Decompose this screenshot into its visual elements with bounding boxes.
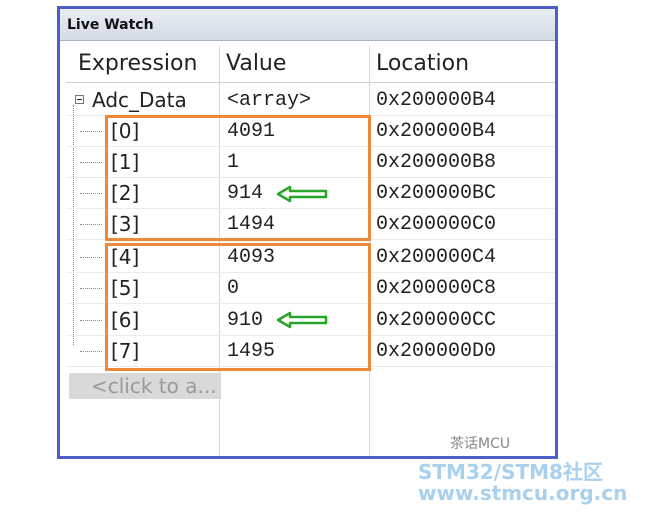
add-expression-placeholder[interactable]: <click to a... (91, 373, 217, 399)
footer-url: www.stmcu.org.cn (418, 481, 628, 505)
tree-branch (80, 162, 102, 163)
column-header: Expression Value Location (66, 46, 555, 83)
location-cell: 0x200000C0 (376, 213, 497, 236)
location-cell: 0x200000B8 (376, 151, 497, 174)
highlight-box-group-2 (105, 243, 371, 371)
column-header-expression[interactable]: Expression (78, 46, 197, 82)
location-cell: 0x200000C4 (376, 246, 497, 269)
add-expression-row[interactable]: <click to a... (69, 373, 221, 399)
window-title: Live Watch (67, 17, 154, 33)
collapse-toggle-icon[interactable] (75, 95, 84, 104)
column-header-location[interactable]: Location (376, 46, 469, 82)
location-cell: 0x200000CC (376, 309, 497, 332)
tree-branch (80, 288, 102, 289)
tree-branch (80, 131, 102, 132)
tree-branch (80, 320, 102, 321)
title-bar: Live Watch (60, 9, 555, 41)
watermark: 茶话MCU (450, 436, 511, 452)
tree-branch (80, 351, 102, 352)
arrow-left-icon (276, 185, 328, 203)
location-cell: 0x200000C8 (376, 277, 497, 300)
location-cell: 0x200000B4 (376, 120, 497, 143)
tree-branch (80, 224, 102, 225)
tree-branch (80, 193, 102, 194)
table-row-root[interactable]: Adc_Data <array> 0x200000B4 (66, 85, 555, 116)
location-cell: 0x200000B4 (376, 89, 497, 112)
tree-branch (80, 257, 102, 258)
value-cell: <array> (227, 89, 312, 112)
arrow-left-icon (276, 311, 328, 329)
column-header-value[interactable]: Value (226, 46, 286, 82)
location-cell: 0x200000BC (376, 182, 497, 205)
highlight-box-group-1 (105, 115, 371, 241)
expression-cell: Adc_Data (92, 88, 187, 112)
location-cell: 0x200000D0 (376, 340, 497, 363)
live-watch-window: Live Watch Expression Value Location Adc… (57, 6, 558, 459)
